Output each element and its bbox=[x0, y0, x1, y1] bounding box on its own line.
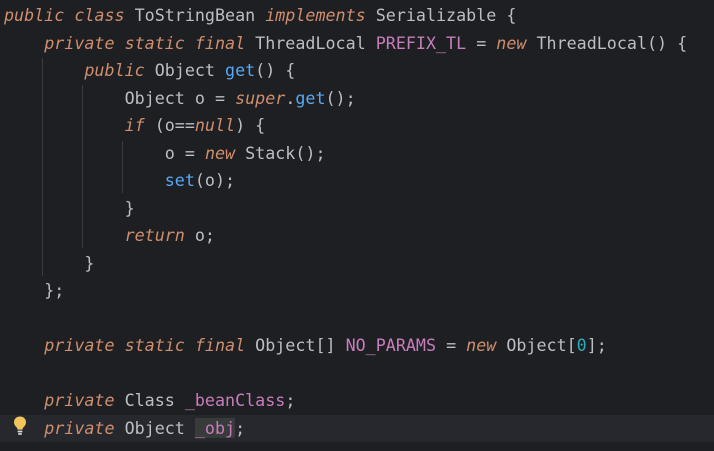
type-name: Stack bbox=[245, 143, 296, 163]
keyword: return bbox=[124, 225, 185, 245]
type-name: Object[] bbox=[255, 335, 336, 355]
constant-field: NO_PARAMS bbox=[345, 335, 437, 355]
code-line[interactable]: private static final ThreadLocal PREFIX_… bbox=[0, 30, 687, 57]
keyword: private bbox=[44, 335, 115, 355]
code-line[interactable]: set(o); bbox=[0, 167, 235, 194]
punctuation: ; bbox=[235, 417, 246, 438]
constant-field: PREFIX_TL bbox=[375, 33, 467, 53]
operator: = bbox=[214, 88, 226, 108]
punctuation: (o== bbox=[154, 115, 195, 135]
keyword: private bbox=[44, 390, 115, 410]
punctuation: (); bbox=[325, 88, 356, 108]
type-name: Object bbox=[124, 417, 185, 438]
keyword: new bbox=[466, 335, 497, 355]
punctuation: (); bbox=[295, 143, 326, 163]
keyword: private bbox=[44, 417, 115, 438]
keyword: public bbox=[84, 60, 145, 80]
code-line[interactable]: if (o==null) { bbox=[0, 112, 266, 139]
code-line[interactable]: } bbox=[0, 195, 135, 222]
brace: { bbox=[506, 5, 517, 25]
field-name: _obj bbox=[194, 417, 236, 438]
type-name: ThreadLocal bbox=[255, 33, 366, 53]
keyword: final bbox=[194, 335, 246, 355]
code-line[interactable]: }; bbox=[0, 277, 64, 304]
keyword: null bbox=[194, 115, 236, 135]
keyword: new bbox=[496, 33, 527, 53]
keyword: public bbox=[4, 5, 65, 25]
number-literal: 0 bbox=[576, 335, 587, 355]
keyword: implements bbox=[265, 5, 366, 25]
brace: }; bbox=[44, 280, 65, 300]
punctuation: () { bbox=[255, 60, 296, 80]
keyword: new bbox=[204, 143, 236, 163]
operator: = bbox=[476, 33, 487, 53]
variable: o bbox=[164, 143, 175, 163]
type-name: ThreadLocal bbox=[536, 33, 647, 53]
code-line[interactable]: private static final Object[] NO_PARAMS … bbox=[0, 332, 607, 359]
code-line[interactable]: return o; bbox=[0, 222, 215, 249]
type-name: Object bbox=[124, 88, 185, 108]
punctuation: o; bbox=[194, 225, 215, 245]
interface-name: Serializable bbox=[375, 5, 497, 25]
keyword: if bbox=[124, 115, 145, 135]
punctuation: . bbox=[285, 88, 296, 108]
brace: } bbox=[124, 198, 135, 218]
code-line[interactable]: private Class _beanClass; bbox=[0, 387, 295, 414]
operator: = bbox=[184, 143, 195, 163]
method-call: get bbox=[295, 88, 326, 108]
punctuation: ]; bbox=[586, 335, 607, 355]
keyword: static bbox=[124, 335, 185, 355]
code-line[interactable]: public Object get() { bbox=[0, 57, 295, 84]
type-name: Object[ bbox=[506, 335, 577, 355]
field-name: _beanClass bbox=[184, 390, 286, 410]
class-name: ToStringBean bbox=[134, 5, 256, 25]
lightbulb-icon[interactable] bbox=[12, 415, 28, 437]
code-line[interactable]: public class ToStringBean implements Ser… bbox=[0, 2, 516, 29]
code-line[interactable]: o = new Stack(); bbox=[0, 140, 326, 167]
code-line[interactable]: Object o = super.get(); bbox=[0, 85, 356, 112]
method-call: set bbox=[164, 170, 195, 190]
code-line[interactable]: } bbox=[0, 250, 94, 277]
punctuation: (o); bbox=[194, 170, 236, 190]
operator: = bbox=[446, 335, 457, 355]
punctuation: ; bbox=[285, 390, 296, 410]
keyword: final bbox=[194, 33, 246, 53]
type-name: Class bbox=[124, 390, 175, 410]
type-name: Object bbox=[154, 60, 215, 80]
brace: } bbox=[84, 253, 95, 273]
keyword: static bbox=[124, 33, 185, 53]
code-editor[interactable]: public class ToStringBean implements Ser… bbox=[0, 0, 714, 451]
punctuation: ) { bbox=[235, 115, 266, 135]
punctuation: () { bbox=[647, 33, 688, 53]
keyword: private bbox=[44, 33, 115, 53]
keyword: class bbox=[74, 5, 125, 25]
keyword: super bbox=[235, 88, 286, 108]
variable: o bbox=[194, 88, 205, 108]
method-name: get bbox=[225, 60, 256, 80]
